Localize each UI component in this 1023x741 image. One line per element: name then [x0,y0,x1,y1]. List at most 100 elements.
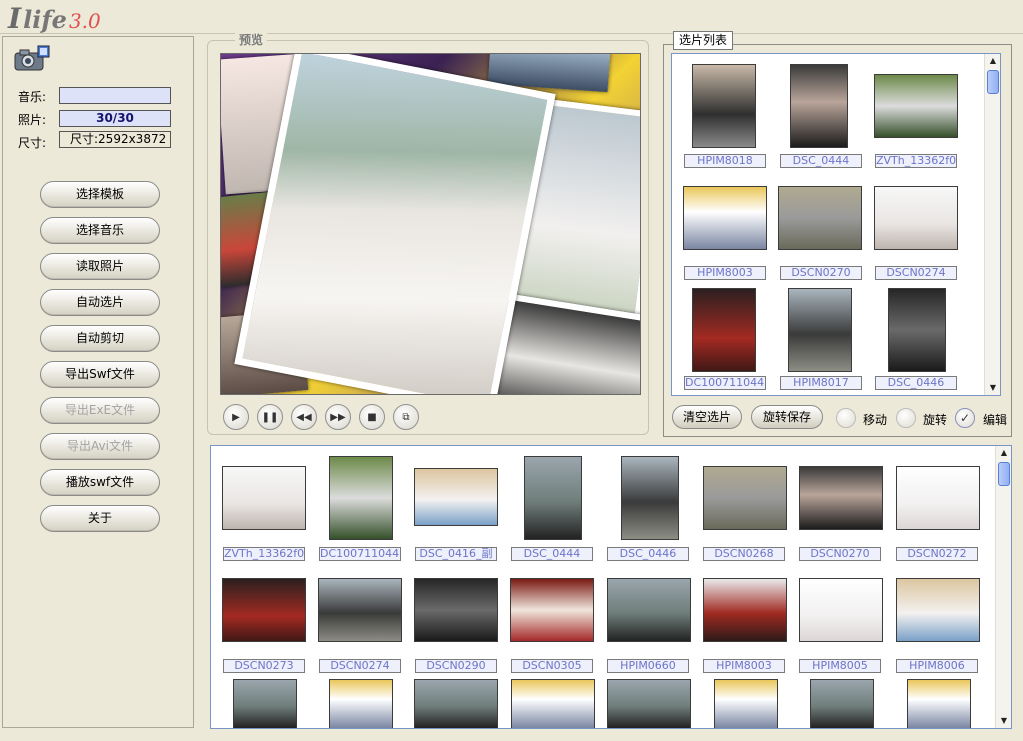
gallery-photo-thumbnail[interactable] [607,578,691,642]
selected-photo-thumbnail[interactable] [788,288,852,372]
pause-button[interactable]: ❚❚ [257,404,283,430]
gallery-photo-thumbnail[interactable] [318,578,402,642]
action-button[interactable]: 导出Swf文件 [40,361,160,388]
camera-icon [14,45,50,71]
gallery-photo-caption: DSC_0446 [607,547,689,561]
mode-move-radio[interactable] [836,408,856,428]
photo-gallery[interactable]: ZVTh_13362f01 DC10071104454 DSC_0416_副 DSC_… [210,445,1012,729]
action-button[interactable]: 选择音乐 [40,217,160,244]
vertical-scrollbar[interactable]: ▲ ▼ [984,54,1000,395]
selected-photo-caption: ZVTh_13362f01 [875,154,957,168]
selected-photo-thumbnail[interactable] [692,64,756,148]
selected-photo-thumbnail[interactable] [874,186,958,250]
scroll-down-icon[interactable]: ▼ [985,381,1000,395]
mode-move-label: 移动 [863,413,888,427]
size-label: 尺寸: [18,136,47,150]
top-divider [0,33,1023,34]
action-button[interactable]: 自动选片 [40,289,160,316]
gallery-photo-thumbnail[interactable] [621,456,679,540]
selected-photo-thumbnail[interactable] [790,64,848,148]
gallery-photo-caption: DSCN0273 [223,659,305,673]
gallery-photo-thumbnail[interactable] [233,679,297,728]
gallery-photo-caption: DSCN0272 [896,547,978,561]
app-logo: I life 3.0 [8,2,101,35]
gallery-photo-thumbnail[interactable] [329,456,393,540]
action-button[interactable]: 关于 [40,505,160,532]
next-button[interactable]: ▶▶ [325,404,351,430]
gallery-photo-thumbnail[interactable] [714,679,778,728]
preview-canvas [220,53,641,395]
gallery-photo-caption: DSC_0444 [511,547,593,561]
photo-count-field: 30/30 [59,110,171,127]
play-button[interactable]: ▶ [223,404,249,430]
preview-title: 预览 [235,31,268,48]
mode-rotate-radio[interactable] [896,408,916,428]
mode-edit-radio[interactable]: ✓ [955,408,975,428]
selected-photo-caption: DSCN0270 [780,266,862,280]
gallery-photo-thumbnail[interactable] [607,679,691,728]
selected-photo-caption: DSC_0446 [875,376,957,390]
gallery-photo-thumbnail[interactable] [511,679,595,728]
selected-photo-thumbnail[interactable] [778,186,862,250]
rotate-save-button[interactable]: 旋转保存 [751,405,823,429]
gallery-photo-caption: HPIM8005 [799,659,881,673]
gallery-photo-thumbnail[interactable] [414,578,498,642]
gallery-photo-caption: ZVTh_13362f01 [223,547,305,561]
selected-photo-thumbnail[interactable] [692,288,756,372]
gallery-photo-thumbnail[interactable] [222,466,306,530]
logo-life: life [23,5,67,34]
action-button[interactable]: 读取照片 [40,253,160,280]
gallery-photo-thumbnail[interactable] [414,468,498,526]
fullscreen-button[interactable]: ⧉ [393,404,419,430]
action-button[interactable]: 导出Avi文件 [40,433,160,460]
gallery-photo-caption: DSC_0416_副 [415,547,497,561]
selected-photo-list[interactable]: HPIM8018 DSC_0444 ZVTh_13362f01 HPIM8003 DSC… [671,53,1001,396]
selected-photo-caption: DC10071104454 [684,376,766,390]
gallery-photo-thumbnail[interactable] [810,679,874,728]
gallery-photo-caption: DSCN0274 [319,659,401,673]
gallery-photo-caption: HPIM0660 [607,659,689,673]
gallery-photo-thumbnail[interactable] [510,578,594,642]
music-label: 音乐: [18,90,47,104]
selected-photo-thumbnail[interactable] [683,186,767,250]
gallery-photo-thumbnail[interactable] [414,679,498,728]
action-button[interactable]: 选择模板 [40,181,160,208]
scroll-up-icon[interactable]: ▲ [996,446,1011,460]
gallery-photo-thumbnail[interactable] [896,578,980,642]
gallery-photo-thumbnail[interactable] [799,466,883,530]
action-button[interactable]: 播放swf文件 [40,469,160,496]
gallery-photo-caption: HPIM8006 [896,659,978,673]
gallery-photo-thumbnail[interactable] [222,578,306,642]
gallery-photo-thumbnail[interactable] [703,578,787,642]
photo-label: 照片: [18,113,47,127]
selected-photo-caption: HPIM8003 [684,266,766,280]
selected-photo-thumbnail[interactable] [888,288,946,372]
scroll-thumb[interactable] [998,462,1010,486]
scroll-down-icon[interactable]: ▼ [996,714,1011,728]
selected-photo-caption: DSCN0274 [875,266,957,280]
gallery-photo-thumbnail[interactable] [896,466,980,530]
size-field: 尺寸:2592x3872 [59,131,171,148]
vertical-scrollbar[interactable]: ▲ ▼ [995,446,1011,728]
action-button[interactable]: 导出ExE文件 [40,397,160,424]
music-field [59,87,171,104]
gallery-photo-thumbnail[interactable] [329,679,393,728]
clear-selection-button[interactable]: 清空选片 [672,405,742,429]
gallery-photo-thumbnail[interactable] [703,466,787,530]
logo-i: I [8,2,22,35]
selected-photo-caption: HPIM8017 [780,376,862,390]
gallery-photo-thumbnail[interactable] [907,679,971,728]
mode-edit-label: 编辑 [983,413,1008,427]
selected-list-title: 选片列表 [673,31,734,50]
scroll-up-icon[interactable]: ▲ [985,54,1000,68]
action-button[interactable]: 自动剪切 [40,325,160,352]
gallery-photo-thumbnail[interactable] [799,578,883,642]
scroll-thumb[interactable] [987,70,999,94]
gallery-photo-caption: DC10071104454 [319,547,401,561]
check-icon: ✓ [959,411,971,425]
gallery-photo-thumbnail[interactable] [524,456,582,540]
logo-version: 3.0 [68,9,101,33]
stop-button[interactable]: ■ [359,404,385,430]
previous-button[interactable]: ◀◀ [291,404,317,430]
selected-photo-thumbnail[interactable] [874,74,958,138]
